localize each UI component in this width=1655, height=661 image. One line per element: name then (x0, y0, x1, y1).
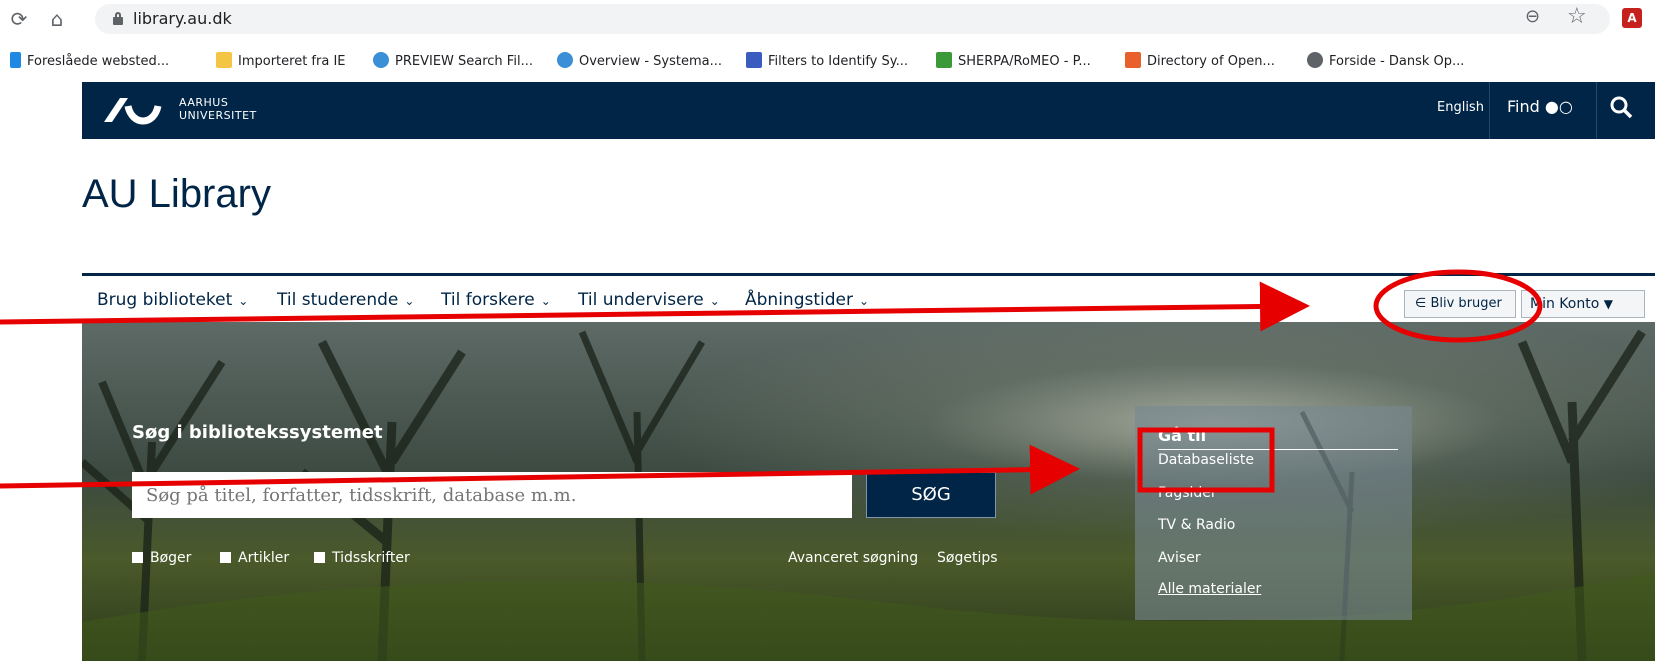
search-tips-link[interactable]: Søgetips (937, 550, 998, 566)
user-icon: ∈ (1415, 296, 1431, 311)
browser-toolbar: ⟳ ⌂ library.au.dk ⊖ ☆ A (0, 0, 1655, 38)
chevron-down-icon: ⌄ (404, 294, 415, 308)
cloud-icon (557, 52, 573, 68)
search-button[interactable]: SØG (866, 472, 996, 518)
chevron-down-icon: ▼ (1603, 297, 1613, 311)
university-name[interactable]: AARHUS UNIVERSITET (179, 96, 257, 122)
bookmark-item[interactable]: Overview - Systema... (557, 52, 722, 69)
goto-alle-materialer[interactable]: Alle materialer (1158, 581, 1261, 597)
menu-brug-biblioteket[interactable]: Brug biblioteket ⌄ (97, 290, 248, 310)
page-title: AU Library (82, 172, 271, 216)
checkbox[interactable] (132, 552, 143, 563)
menu-divider (82, 273, 1655, 276)
filter-artikler[interactable]: Artikler (220, 550, 289, 566)
goto-tv-radio[interactable]: TV & Radio (1158, 517, 1235, 533)
lock-icon (113, 12, 123, 25)
pdf-extension-icon[interactable]: A (1622, 8, 1642, 28)
address-bar[interactable]: library.au.dk (95, 4, 1610, 34)
min-konto-button[interactable]: Min Konto ▼ (1521, 290, 1645, 318)
url-text: library.au.dk (133, 9, 232, 28)
bookmark-item[interactable]: Filters to Identify Sy... (746, 52, 908, 69)
bookmark-star-icon[interactable]: ☆ (1567, 4, 1587, 29)
hero-search-section: Søg i bibliotekssystemet SØG Bøger Artik… (82, 322, 1655, 661)
bookmark-item[interactable]: Importeret fra IE (216, 52, 346, 69)
header-divider (1489, 82, 1490, 139)
cloud-icon (373, 52, 389, 68)
goto-fagsider[interactable]: Fagsider (1158, 485, 1217, 501)
bookmarks-bar: Foreslåede websted... Importeret fra IE … (0, 46, 1655, 76)
home-icon[interactable]: ⌂ (44, 6, 70, 32)
globe-icon (1307, 52, 1323, 68)
table-icon (746, 52, 762, 68)
menu-til-studerende[interactable]: Til studerende ⌄ (277, 290, 414, 310)
chevron-down-icon: ⌄ (858, 294, 870, 308)
menu-til-forskere[interactable]: Til forskere ⌄ (441, 290, 551, 310)
find-menu[interactable]: Find ●○ (1507, 97, 1573, 116)
bliv-bruger-button[interactable]: ∈ Bliv bruger (1404, 290, 1516, 318)
filter-tidsskrifter[interactable]: Tidsskrifter (314, 550, 410, 566)
search-input[interactable] (132, 472, 852, 518)
au-logo-icon[interactable] (98, 92, 168, 128)
bing-icon (10, 52, 21, 68)
books-icon (1125, 52, 1141, 68)
bookmark-item[interactable]: SHERPA/RoMEO - P... (936, 52, 1091, 69)
goto-divider (1158, 449, 1398, 450)
bookmark-item[interactable]: Directory of Open... (1125, 52, 1275, 69)
bookmark-item[interactable]: PREVIEW Search Fil... (373, 52, 533, 69)
checkbox[interactable] (220, 552, 231, 563)
goto-panel: Gå til Databaseliste Fagsider TV & Radio… (1135, 406, 1412, 620)
goto-title: Gå til (1158, 426, 1207, 445)
zoom-icon[interactable]: ⊖ (1525, 6, 1540, 27)
goto-databaseliste[interactable]: Databaseliste (1158, 452, 1254, 468)
site-header: AARHUS UNIVERSITET English Find ●○ (82, 82, 1655, 139)
header-divider (1596, 82, 1597, 139)
reload-icon[interactable]: ⟳ (6, 6, 32, 32)
folder-icon (216, 52, 232, 68)
chevron-down-icon: ⌄ (540, 294, 551, 308)
goto-aviser[interactable]: Aviser (1158, 550, 1201, 566)
menu-til-undervisere[interactable]: Til undervisere ⌄ (578, 290, 720, 310)
menu-abningstider[interactable]: Åbningstider ⌄ (745, 290, 869, 310)
filter-boger[interactable]: Bøger (132, 550, 191, 566)
bookmark-item[interactable]: Forside - Dansk Op... (1307, 52, 1464, 69)
chevron-down-icon: ⌄ (709, 294, 720, 308)
language-link[interactable]: English (1437, 100, 1484, 115)
mountain-icon (936, 52, 952, 68)
bookmark-item[interactable]: Foreslåede websted... (10, 52, 169, 69)
checkbox[interactable] (314, 552, 325, 563)
search-heading: Søg i bibliotekssystemet (132, 422, 383, 443)
chevron-down-icon: ⌄ (238, 294, 249, 308)
advanced-search-link[interactable]: Avanceret søgning (788, 550, 918, 566)
person-location-icon: ●○ (1544, 97, 1573, 116)
search-icon[interactable] (1609, 95, 1633, 119)
